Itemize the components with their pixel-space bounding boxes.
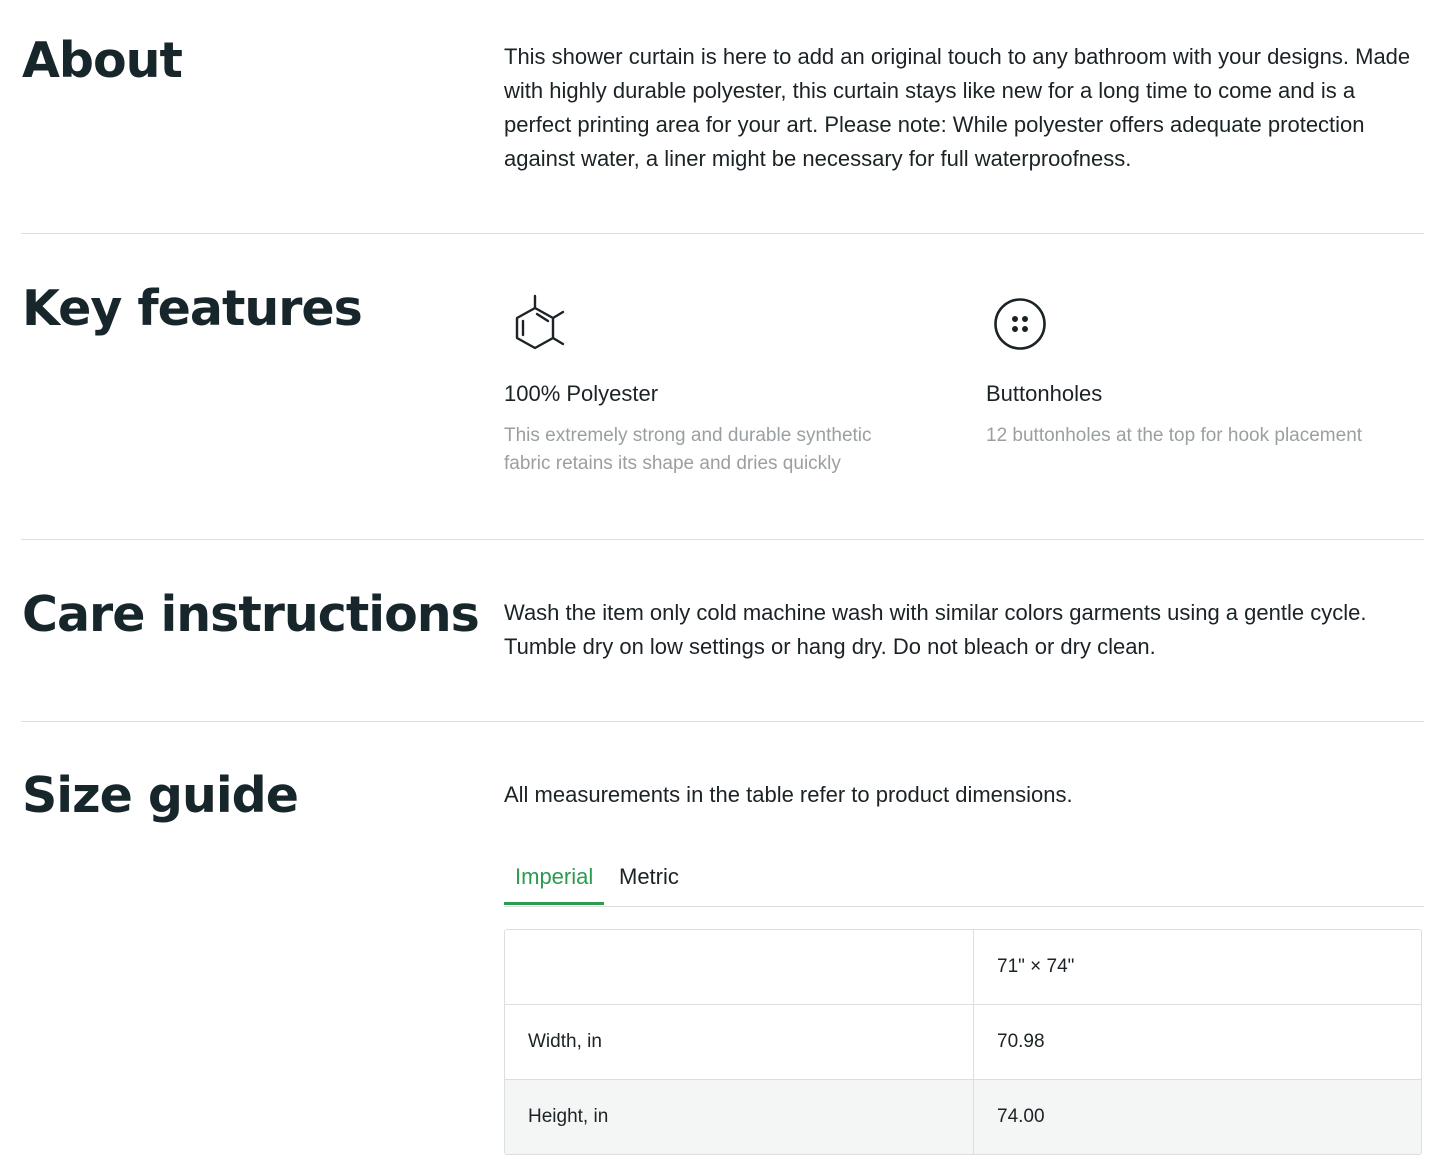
unit-tabs: Imperial Metric [504, 860, 1424, 907]
about-section: About This shower curtain is here to add… [21, 0, 1424, 233]
table-header-cell: 71" × 74" [974, 930, 1421, 1005]
table-cell: 70.98 [974, 1005, 1421, 1080]
about-title: About [22, 32, 183, 89]
button-icon [994, 298, 1046, 350]
table-header-cell [505, 930, 974, 1005]
size-guide-title: Size guide [22, 767, 299, 824]
tab-metric[interactable]: Metric [608, 860, 690, 904]
table-row: Height, in 74.00 [505, 1080, 1421, 1154]
care-section: Care instructions Wash the item only col… [21, 540, 1424, 721]
size-table: 71" × 74" Width, in 70.98 Height, in 74.… [504, 929, 1422, 1155]
table-row: Width, in 70.98 [505, 1005, 1421, 1080]
feature-title: Buttonholes [986, 381, 1103, 406]
feature-description: This extremely strong and durable synthe… [504, 425, 872, 474]
size-guide-section: Size guide All measurements in the table… [21, 722, 1424, 1173]
size-guide-note: All measurements in the table refer to p… [504, 782, 1073, 807]
care-text: Wash the item only cold machine wash wit… [504, 600, 1367, 659]
key-features-section: Key features 100% Polyester This extreme… [21, 234, 1424, 539]
molecule-icon [515, 294, 565, 350]
about-text: This shower curtain is here to add an or… [504, 44, 1411, 171]
feature-description: 12 buttonholes at the top for hook place… [986, 425, 1363, 446]
table-cell: 74.00 [974, 1080, 1421, 1154]
table-header-row: 71" × 74" [505, 930, 1421, 1005]
tab-imperial[interactable]: Imperial [504, 860, 605, 905]
care-title: Care instructions [22, 586, 480, 643]
table-row-label: Width, in [505, 1005, 974, 1080]
table-row-label: Height, in [505, 1080, 974, 1154]
key-features-title: Key features [22, 280, 363, 337]
feature-title: 100% Polyester [504, 381, 659, 406]
